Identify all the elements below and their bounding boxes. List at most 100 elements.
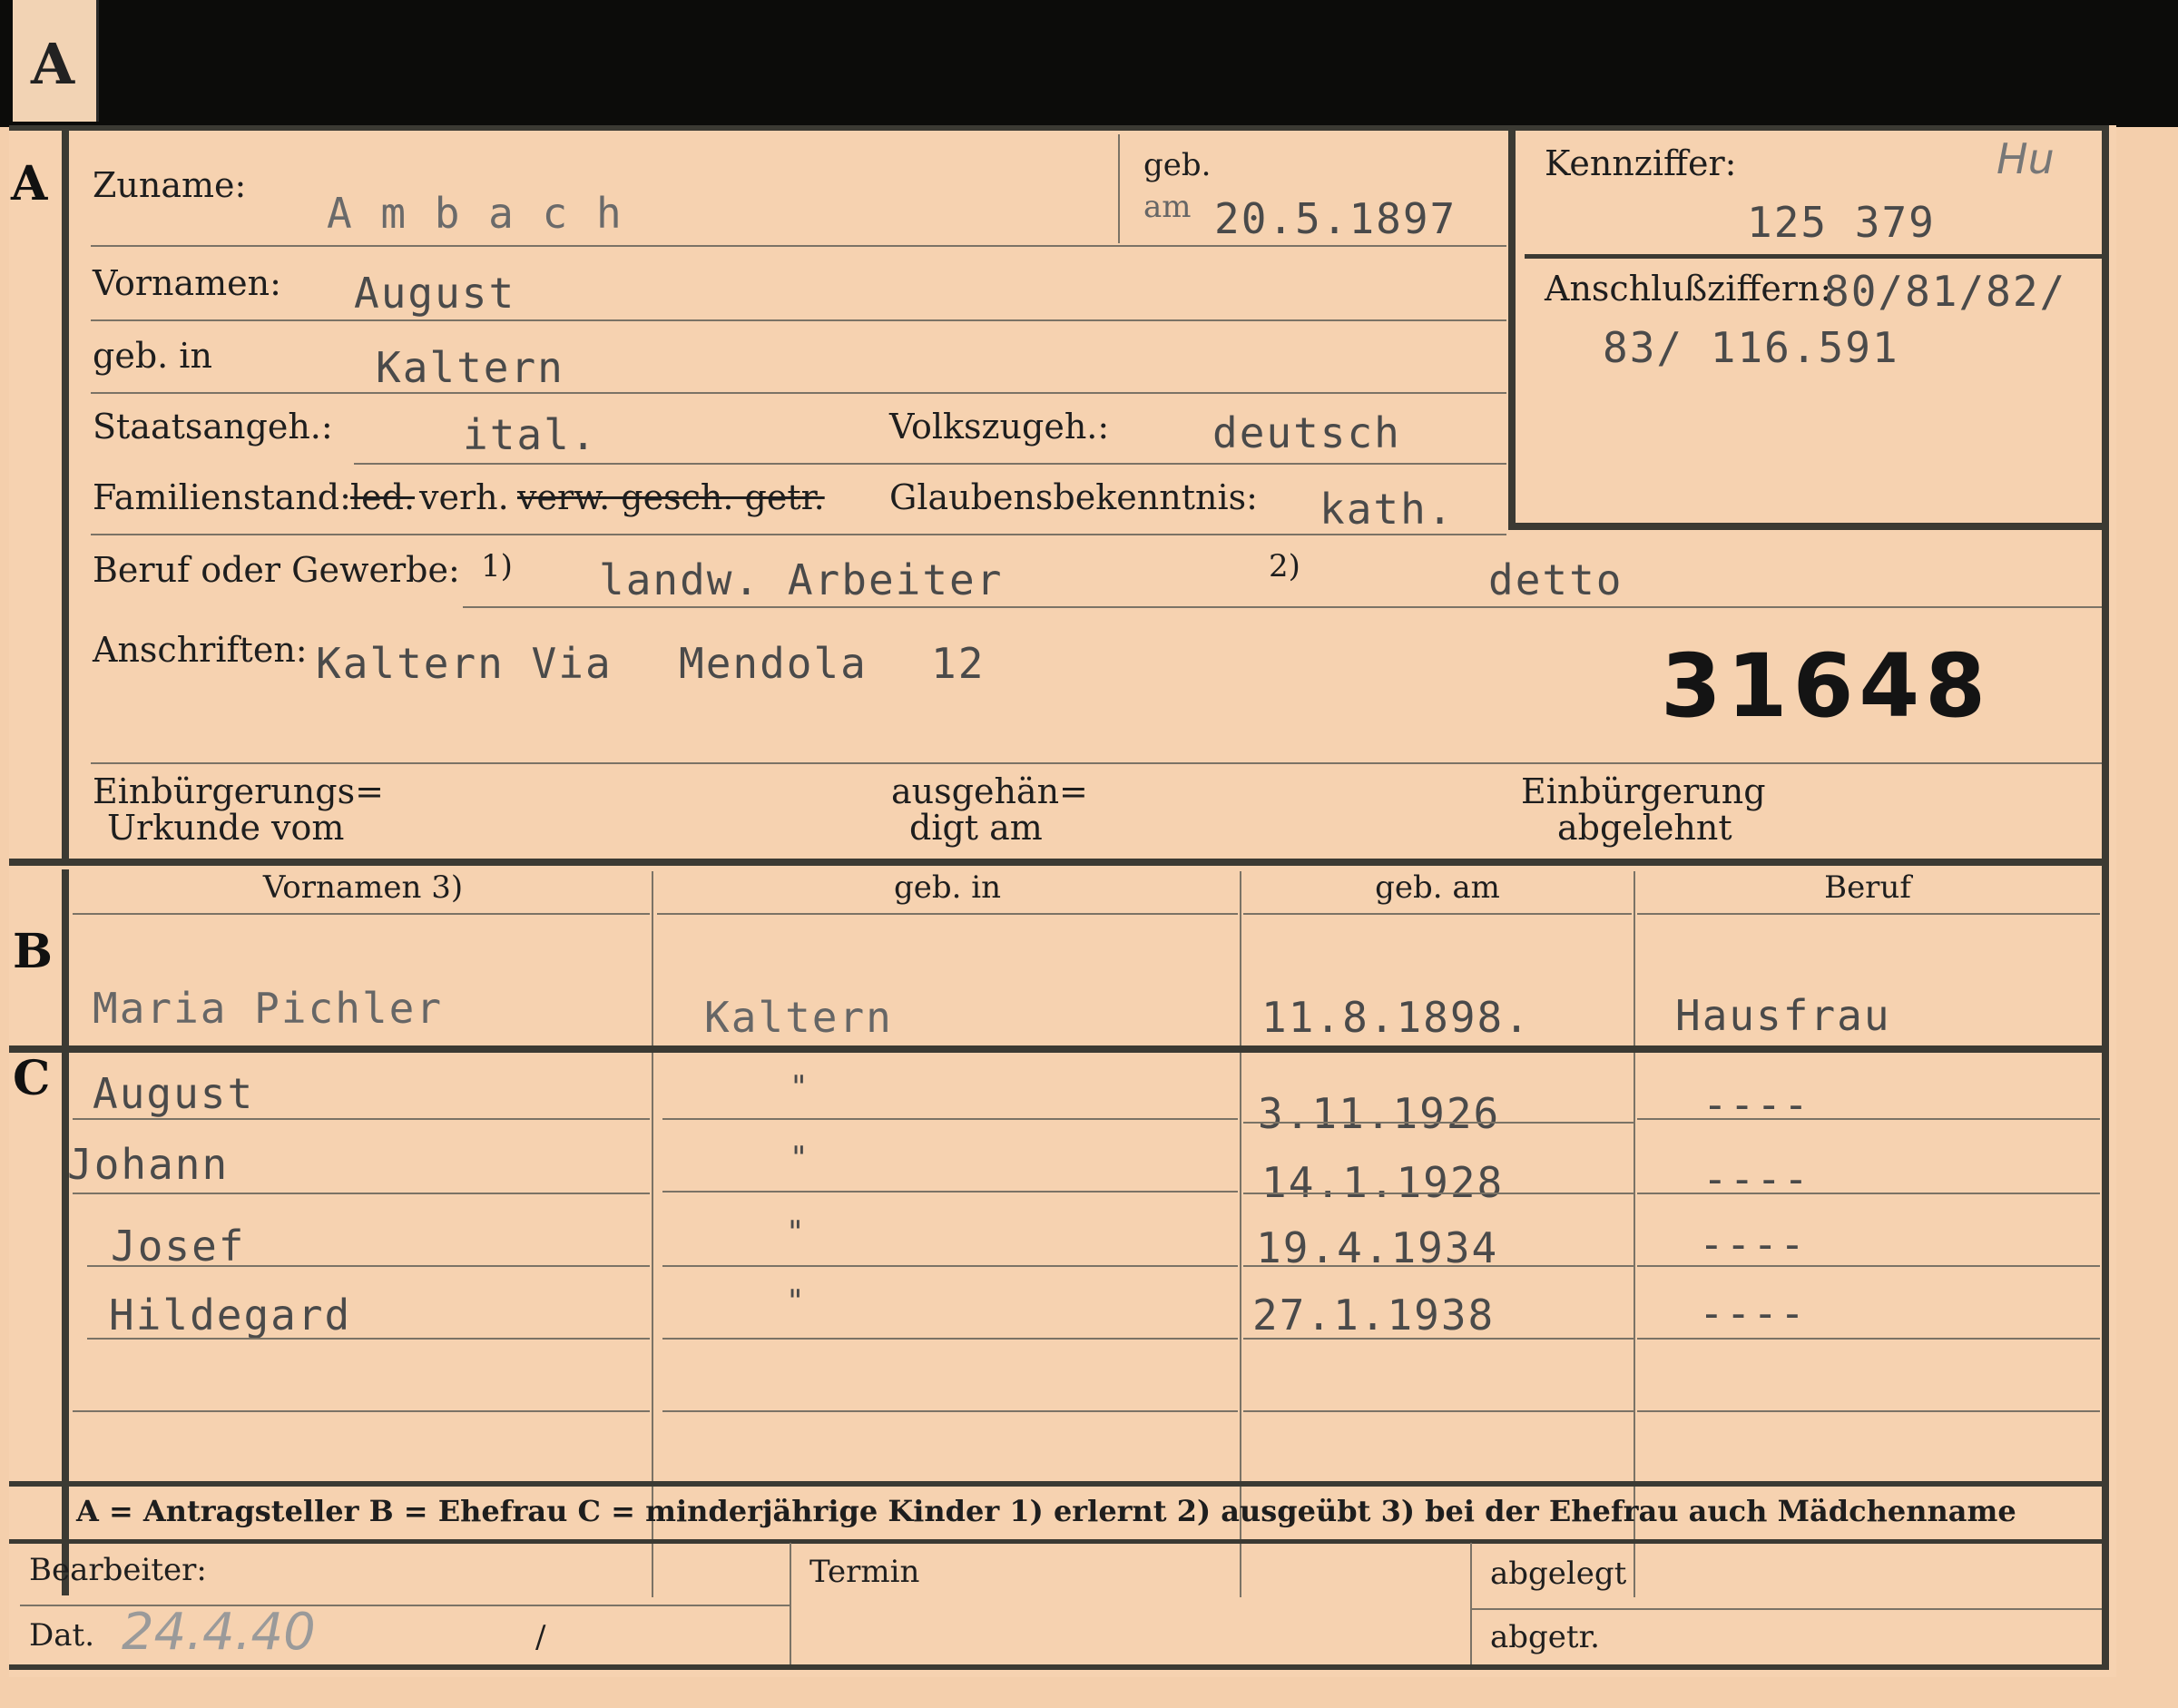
- value-kennziffer: 125 379: [1747, 198, 1936, 247]
- value-anschrift-1: Kaltern Via: [316, 639, 613, 688]
- kind-rule-2b: [662, 1191, 1238, 1193]
- ehefrau-vornamen: Maria Pichler: [93, 984, 444, 1033]
- kennziffer-box-bottom: [1508, 523, 2109, 530]
- rule-1: [91, 245, 1506, 247]
- table-header-geb-in: geb. in: [893, 869, 1002, 906]
- kind-2-beruf: ----: [1702, 1154, 1810, 1203]
- label-einbuergerung-urkunde-1: Einbürgerungs=: [93, 771, 384, 811]
- kind-rule-4b: [662, 1338, 1238, 1340]
- kennziffer-divider: [1525, 254, 2102, 259]
- familienstand-struck: verw. gesch. getr.: [517, 477, 825, 517]
- legend-bottom-border: [9, 1539, 2109, 1544]
- column-divider-3: [1634, 871, 1635, 1597]
- kind-rule-4a: [87, 1338, 650, 1340]
- kind-rule-2d: [1637, 1193, 2100, 1194]
- label-abgelegt: abgelegt: [1490, 1556, 1627, 1592]
- kind-rule-3c: [1243, 1265, 1634, 1267]
- rule-2: [91, 319, 1506, 321]
- value-geb-am: 20.5.1897: [1214, 194, 1457, 243]
- value-geb-in: Kaltern: [376, 343, 564, 392]
- empty-rule-c: [1243, 1410, 1634, 1412]
- kind-rule-1a: [73, 1118, 650, 1120]
- familienstand-verh: verh.: [419, 477, 509, 517]
- label-glaubensbekenntnis: Glaubensbekenntnis:: [889, 477, 1258, 517]
- right-border: [2102, 125, 2109, 1668]
- kind-3-beruf: ----: [1699, 1220, 1807, 1269]
- table-header-beruf: Beruf: [1824, 869, 1911, 906]
- value-volkszugeh: deutsch: [1212, 408, 1401, 457]
- footer-divider-1: [790, 1543, 791, 1666]
- legend-text: A = Antragsteller B = Ehefrau C = minder…: [76, 1494, 2016, 1528]
- kind-rule-1c: [1243, 1122, 1634, 1124]
- value-zuname: A m b a c h: [327, 189, 623, 238]
- label-dat: Dat.: [29, 1617, 95, 1654]
- table-header-geb-am: geb. am: [1375, 869, 1500, 906]
- kind-1-geb-in: ": [790, 1069, 810, 1105]
- label-am: am: [1143, 189, 1192, 225]
- footer-rule-abgelegt: [1472, 1608, 2102, 1610]
- value-anschrift-2: Mendola: [679, 639, 868, 688]
- empty-rule-b: [662, 1410, 1238, 1412]
- kind-2-geb-in: ": [790, 1140, 810, 1176]
- label-volkszugeh: Volkszugeh.:: [889, 407, 1110, 447]
- dark-top-strip: [0, 0, 2178, 127]
- kind-1-beruf: ----: [1702, 1080, 1810, 1129]
- rule-3: [91, 392, 1506, 394]
- label-beruf: Beruf oder Gewerbe:: [93, 550, 460, 590]
- kind-rule-2a: [73, 1193, 650, 1194]
- value-vornamen: August: [354, 269, 516, 318]
- ehefrau-geb-am: 11.8.1898.: [1261, 993, 1531, 1042]
- empty-rule-d: [1637, 1410, 2100, 1412]
- header-rule-2: [657, 913, 1238, 915]
- label-einbuergerung-abgelehnt-1: Einbürgerung: [1521, 771, 1766, 811]
- column-divider-2: [1240, 871, 1241, 1597]
- value-anschluss-2: 83/ 116.591: [1603, 323, 1899, 372]
- kind-2-vornamen: Johann: [67, 1140, 230, 1189]
- value-dat: 24.4.40: [122, 1603, 316, 1662]
- label-termin: Termin: [809, 1554, 920, 1590]
- left-border-bc: [62, 869, 69, 1595]
- value-beruf-ausgeuebt: detto: [1488, 555, 1624, 604]
- kind-1-vornamen: August: [93, 1069, 255, 1118]
- rule-4: [354, 463, 1506, 465]
- kind-rule-3b: [662, 1265, 1238, 1267]
- kind-4-geb-in: ": [786, 1283, 807, 1320]
- kennziffer-box-left: [1508, 131, 1516, 530]
- divider-geb: [1118, 134, 1120, 243]
- kind-4-vornamen: Hildegard: [109, 1291, 352, 1340]
- left-border-a: [62, 125, 69, 860]
- kind-rule-1b: [662, 1118, 1238, 1120]
- rule-7: [91, 762, 2102, 764]
- section-b-bottom: [9, 1045, 2109, 1053]
- kind-rule-3d: [1637, 1265, 2100, 1267]
- header-rule-4: [1637, 913, 2100, 915]
- section-a-label: A: [11, 156, 48, 211]
- rule-6: [463, 606, 2102, 608]
- label-anschriften: Anschriften:: [93, 630, 308, 670]
- header-rule-1: [73, 913, 650, 915]
- section-c-label: C: [13, 1051, 51, 1106]
- legend-top-border: [9, 1481, 2109, 1487]
- kind-rule-4d: [1637, 1338, 2100, 1340]
- table-header-vornamen: Vornamen 3): [262, 869, 464, 906]
- label-einbuergerung-urkunde-2: Urkunde vom: [107, 808, 345, 848]
- card-bottom-border: [9, 1664, 2109, 1670]
- label-kennziffer: Kennziffer:: [1545, 143, 1737, 183]
- footnote-1-marker: 1): [481, 548, 513, 584]
- label-familienstand: Familienstand:: [93, 477, 351, 517]
- familienstand-ledig: led.: [350, 477, 416, 517]
- value-beruf-erlernt: landw. Arbeiter: [599, 555, 1004, 604]
- top-border: [9, 125, 2109, 131]
- value-kennziffer-mark: Hu: [1996, 134, 2055, 183]
- tab-letter: A: [31, 31, 75, 97]
- label-geb: geb.: [1143, 147, 1212, 183]
- rule-5: [91, 534, 1506, 535]
- kind-3-geb-in: ": [786, 1214, 807, 1251]
- label-einbuergerung-abgelehnt-2: abgelehnt: [1557, 808, 1732, 848]
- label-ausgehaendigt-1: ausgehän=: [891, 771, 1088, 811]
- empty-rule-a: [73, 1410, 650, 1412]
- kind-4-beruf: ----: [1699, 1289, 1807, 1338]
- ehefrau-geb-in: Kaltern: [704, 993, 893, 1042]
- value-anschrift-3: 12: [931, 639, 986, 688]
- kind-4-geb-am: 27.1.1938: [1252, 1291, 1496, 1340]
